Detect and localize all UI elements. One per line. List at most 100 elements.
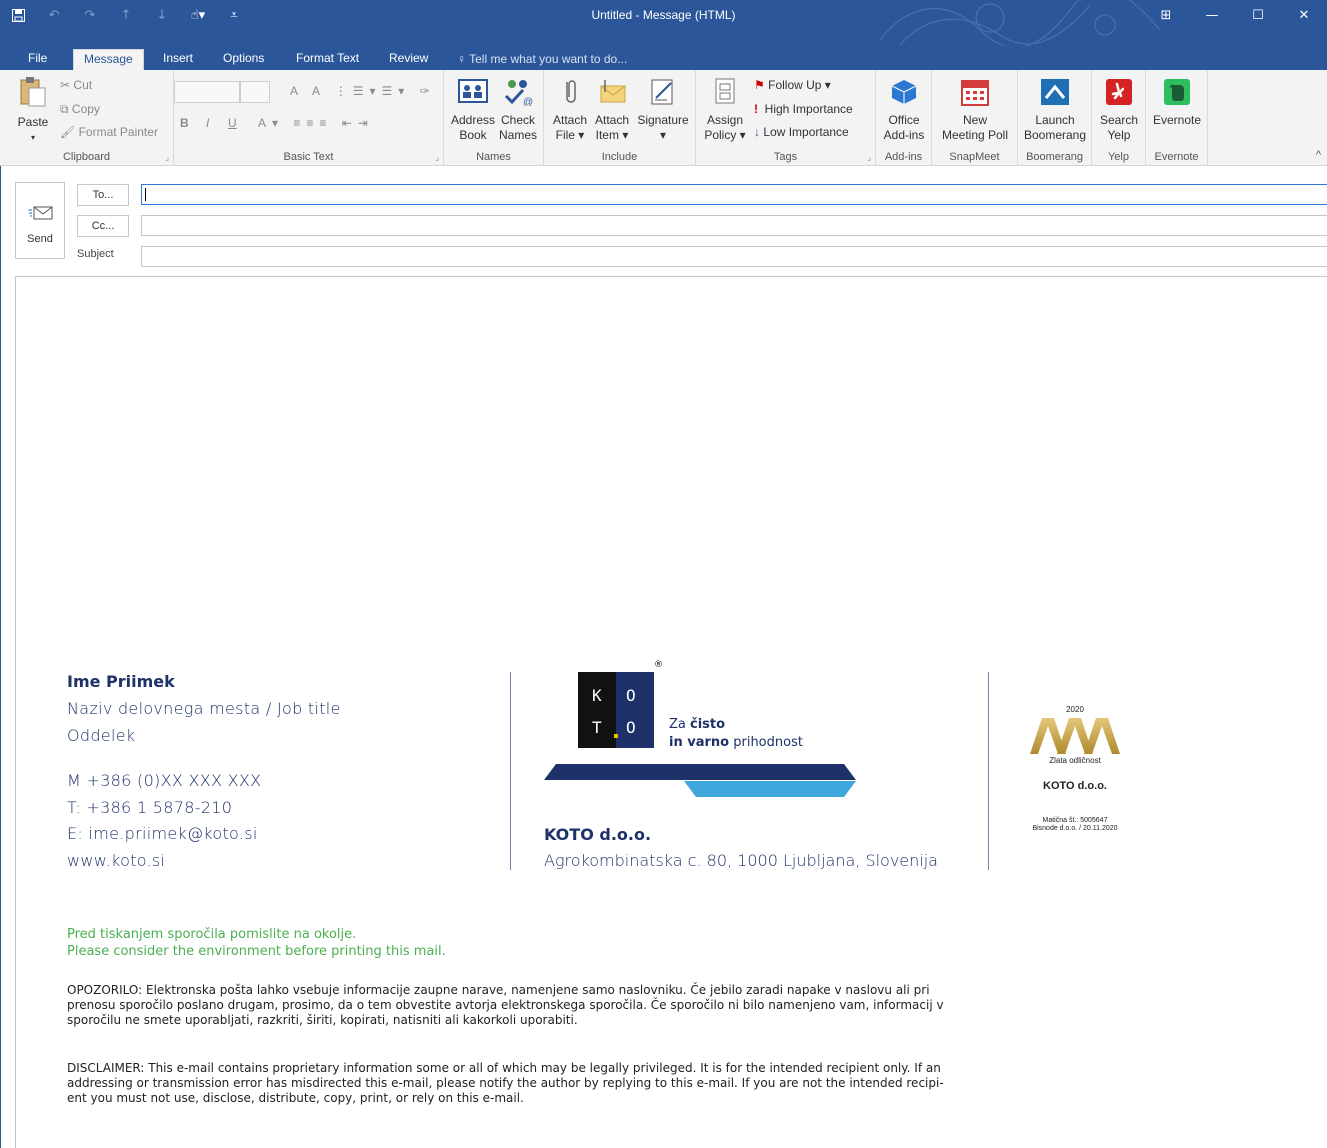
group-tags: Assign Policy ▾ ⚑ Follow Up ▾ ! High Imp… [696, 70, 876, 166]
launch-boomerang-button[interactable]: Launch Boomerang [1020, 78, 1090, 143]
to-button[interactable]: To... [77, 184, 129, 206]
attach-file-button[interactable]: Attach File ▾ [550, 78, 590, 143]
cut-label: Cut [73, 78, 93, 92]
aaa-rating-logo [1030, 718, 1120, 754]
office-add-ins-icon [891, 80, 917, 104]
low-importance-icon: ↓ [754, 125, 760, 139]
paste-dropdown-icon: ▾ [30, 133, 35, 142]
to-field[interactable] [141, 184, 1327, 205]
koto-stripe-graphic [544, 764, 856, 797]
tell-me-search[interactable]: ♀ Tell me what you want to do... [457, 52, 627, 66]
cc-button[interactable]: Cc... [77, 215, 129, 237]
group-basic-text: A A ⋮☰▾☰▾ ✑ B I U A▾ ≡≡≡ ⇤⇥ Basic Text ⌟ [174, 70, 444, 166]
search-yelp-button[interactable]: Search Yelp [1095, 78, 1143, 143]
address-book-icon [458, 79, 488, 103]
signature-website[interactable]: www.koto.si [67, 851, 165, 870]
tab-message[interactable]: Message [73, 49, 144, 70]
tab-file[interactable]: File [18, 49, 57, 70]
format-painter-button[interactable]: 🖌 Format Painter [60, 125, 158, 139]
flag-icon: ⚑ [754, 78, 765, 92]
add-ins-group-label: Add-ins [884, 151, 923, 163]
evernote-button[interactable]: Evernote [1149, 78, 1205, 128]
high-importance-button[interactable]: ! High Importance [754, 102, 853, 116]
low-importance-label: Low Importance [763, 125, 849, 139]
tab-review[interactable]: Review [379, 49, 438, 70]
tab-format-text[interactable]: Format Text [286, 49, 369, 70]
font-size-adjust[interactable]: A A ⋮☰▾☰▾ ✑ [290, 84, 436, 98]
group-snapmeet: New Meeting Poll SnapMeet [932, 70, 1018, 166]
copy-button[interactable]: ⧉ Copy [60, 102, 100, 117]
signature-email[interactable]: E: ime.priimek@koto.si [67, 824, 258, 843]
address-book-button[interactable]: Address Book [450, 78, 496, 143]
follow-up-button[interactable]: ⚑ Follow Up ▾ [754, 78, 831, 92]
subject-label: Subject [77, 248, 114, 260]
disclaimer-line-2: addressing or transmission error has mis… [67, 1076, 944, 1090]
ribbon-display-options-icon[interactable]: ⊞ [1143, 0, 1189, 30]
check-names-button[interactable]: @ Check Names [496, 78, 540, 143]
title-bar-decoration [879, 0, 1161, 46]
font-name-select[interactable] [174, 81, 240, 103]
company-name: KOTO d.o.o. [544, 825, 652, 844]
format-painter-label: Format Painter [78, 125, 158, 139]
names-group-label: Names [476, 151, 511, 163]
cut-button[interactable]: ✂ Cut [60, 78, 92, 92]
underline-button[interactable]: U [228, 116, 237, 130]
send-envelope-icon [28, 206, 53, 220]
format-painter-icon: 🖌 [60, 125, 76, 139]
boomerang-group-label: Boomerang [1026, 151, 1083, 163]
subject-field[interactable] [141, 246, 1327, 267]
paste-button[interactable]: Paste ▾ [14, 76, 52, 145]
signature-name: Ime Priimek [67, 672, 175, 691]
minimize-icon[interactable]: — [1189, 0, 1235, 30]
alignment-buttons[interactable]: A▾ ≡≡≡ ⇤⇥ [258, 116, 374, 130]
koto-logo-letter-1: K [592, 686, 602, 705]
signature-button[interactable]: Signature ▾ [634, 78, 692, 143]
warning-line-2: prenosu sporočilo poslano drugam, prosim… [67, 998, 944, 1012]
tags-launcher-icon[interactable]: ⌟ [867, 153, 871, 162]
koto-logo-letter-3: T [592, 718, 602, 737]
cc-field[interactable] [141, 215, 1327, 236]
koto-logo-letter-2: O [626, 686, 636, 705]
tab-options[interactable]: Options [213, 49, 274, 70]
collapse-ribbon-icon[interactable]: ^ [1316, 149, 1321, 161]
signature-label-2: ▾ [659, 128, 667, 142]
signature-department: Oddelek [67, 726, 136, 745]
scissors-icon: ✂ [60, 78, 71, 92]
window-left-edge [0, 166, 1, 1148]
launch-boomerang-label-1: Launch [1035, 113, 1075, 127]
attach-item-icon [600, 80, 626, 103]
tab-insert[interactable]: Insert [153, 49, 203, 70]
tagline-line-2: in varno prihodnost [669, 735, 803, 750]
boomerang-icon [1041, 79, 1069, 105]
low-importance-button[interactable]: ↓ Low Importance [754, 125, 849, 139]
company-address: Agrokombinatska c. 80, 1000 Ljubljana, S… [544, 851, 938, 870]
search-yelp-label-2: Yelp [1107, 128, 1131, 142]
office-add-ins-button[interactable]: Office Add-ins [880, 78, 928, 143]
close-icon[interactable]: ✕ [1281, 0, 1327, 30]
tagline-prihodnost: prihodnost [733, 735, 803, 750]
warning-line-3: sporočilu ne smete uporabljati, razkriti… [67, 1013, 578, 1027]
signature-divider-2 [988, 672, 989, 870]
search-yelp-label-1: Search [1099, 113, 1139, 127]
attach-item-button[interactable]: Attach Item ▾ [592, 78, 632, 143]
italic-button[interactable]: I [206, 116, 209, 130]
paste-label: Paste [17, 115, 49, 129]
calendar-icon [961, 80, 989, 106]
basic-text-launcher-icon[interactable]: ⌟ [435, 153, 439, 162]
follow-up-label: Follow Up ▾ [768, 78, 831, 92]
font-size-select[interactable] [240, 81, 270, 103]
send-button[interactable]: Send [15, 182, 65, 259]
koto-logo: K O T O [578, 672, 654, 748]
clipboard-launcher-icon[interactable]: ⌟ [165, 153, 169, 162]
maximize-icon[interactable]: ☐ [1235, 0, 1281, 30]
aaa-maticna: Matična št.: 5005647 [1042, 817, 1108, 824]
office-add-ins-label-1: Office [888, 113, 920, 127]
assign-policy-button[interactable]: Assign Policy ▾ [702, 76, 748, 143]
koto-logo-letter-4: O [626, 718, 636, 737]
attach-file-label-1: Attach [552, 113, 588, 127]
new-meeting-poll-button[interactable]: New Meeting Poll [936, 78, 1014, 143]
bold-button[interactable]: B [180, 116, 189, 130]
group-names: Address Book @ Check Names Names [444, 70, 544, 166]
launch-boomerang-label-2: Boomerang [1023, 128, 1087, 142]
group-boomerang: Launch Boomerang Boomerang [1018, 70, 1092, 166]
